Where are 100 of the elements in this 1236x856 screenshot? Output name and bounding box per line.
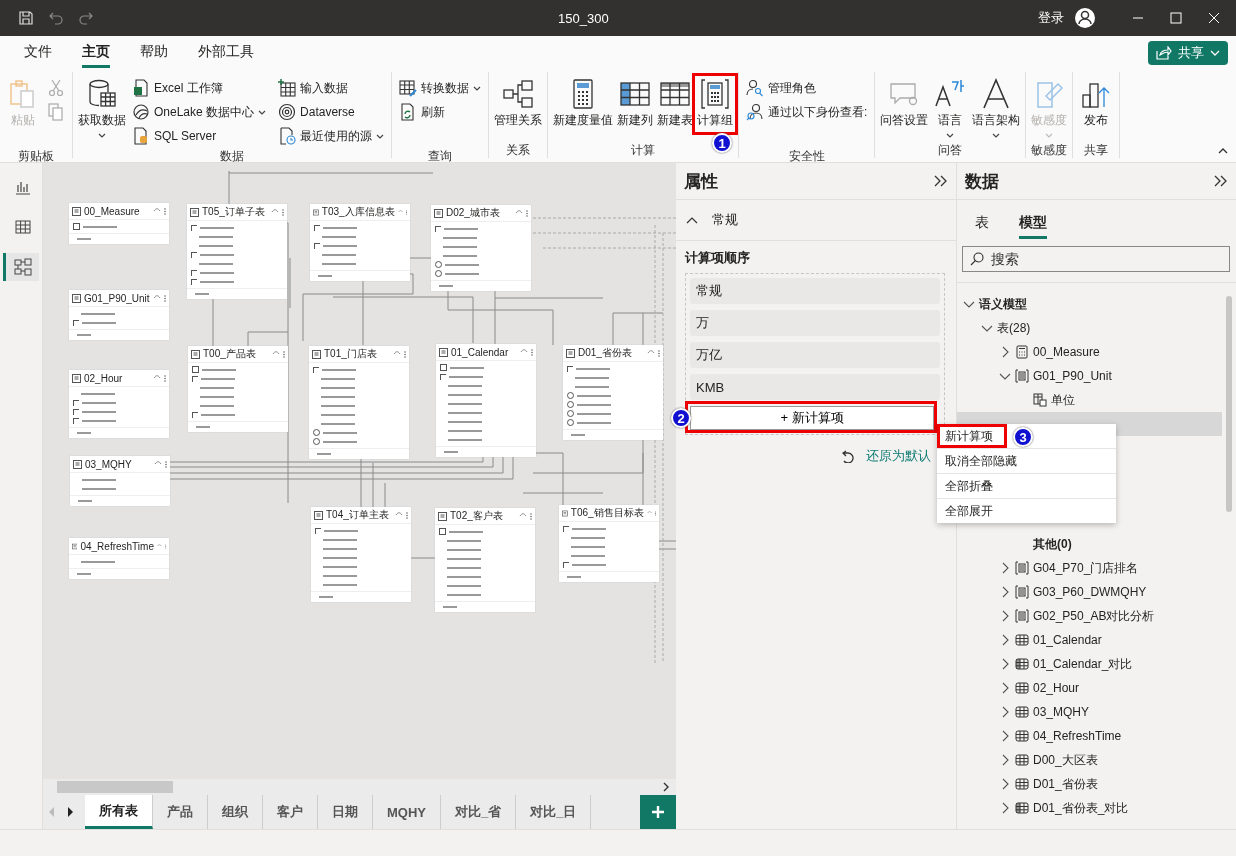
visibility-icon[interactable]: [520, 349, 528, 355]
next-tab-icon[interactable]: [67, 807, 73, 817]
menu-item[interactable]: 全部折叠: [937, 474, 1001, 498]
tree-item[interactable]: D00_大区表: [1033, 751, 1098, 769]
table-card[interactable]: T02_客户表: [435, 508, 535, 612]
ribbon-button[interactable]: 新建度量值: [552, 76, 615, 131]
visibility-icon[interactable]: [153, 208, 161, 214]
previous-tab-icon[interactable]: [49, 807, 55, 817]
share-button[interactable]: 共享: [1148, 41, 1228, 65]
visibility-icon[interactable]: [647, 350, 655, 356]
visibility-icon[interactable]: [272, 351, 280, 357]
tree-item[interactable]: 02_Hour: [1033, 681, 1080, 695]
close-icon[interactable]: [1208, 12, 1220, 24]
ribbon-button[interactable]: 问答设置: [879, 76, 930, 131]
tree-item[interactable]: 04_RefreshTime: [1033, 729, 1122, 743]
tree-item[interactable]: 其他(0): [1033, 535, 1072, 553]
ribbon-button[interactable]: 通过以下身份查看:: [743, 100, 871, 124]
save-icon[interactable]: [18, 10, 34, 26]
pane-tab[interactable]: 表: [975, 210, 989, 239]
table-card[interactable]: D02_城市表: [431, 205, 531, 291]
tree-item[interactable]: 语义模型: [979, 295, 1027, 313]
menu-item[interactable]: 新计算项: [937, 424, 1007, 448]
ribbon-button[interactable]: OneLake 数据中心: [129, 100, 270, 124]
ribbon-button[interactable]: 刷新: [396, 100, 485, 124]
table-card[interactable]: T04_订单主表: [311, 507, 411, 602]
layout-tab[interactable]: 所有表: [85, 795, 153, 829]
ribbon-button[interactable]: 管理关系: [493, 76, 544, 131]
pane-tab[interactable]: 模型: [1019, 210, 1047, 239]
calculation-item[interactable]: 万亿: [690, 342, 940, 368]
ribbon-button[interactable]: 语言: [931, 76, 970, 140]
calculation-item[interactable]: 万: [690, 310, 940, 336]
maximize-icon[interactable]: [1170, 12, 1182, 24]
visibility-icon[interactable]: [393, 351, 401, 357]
visibility-icon[interactable]: [646, 510, 652, 516]
ribbon-button[interactable]: 管理角色: [743, 76, 871, 100]
new-calculation-item-button[interactable]: + 新计算项: [690, 406, 934, 430]
table-card[interactable]: 04_RefreshTime: [69, 538, 169, 579]
scrollbar-thumb[interactable]: [57, 781, 173, 794]
ribbon-button[interactable]: 转换数据: [396, 76, 485, 100]
ribbon-button[interactable]: 获取数据: [77, 76, 127, 140]
table-card[interactable]: G01_P90_Unit: [69, 290, 169, 340]
table-card[interactable]: T00_产品表: [188, 346, 288, 432]
tree-item[interactable]: 单位: [1051, 391, 1075, 409]
ribbon-button[interactable]: SQL Server: [129, 124, 270, 148]
menu-tab[interactable]: 帮助: [140, 38, 168, 68]
tree-item[interactable]: 表(28): [997, 319, 1031, 337]
visibility-icon[interactable]: [271, 209, 279, 215]
table-card[interactable]: 03_MQHY: [70, 456, 170, 506]
visibility-icon[interactable]: [154, 461, 162, 467]
ribbon-button[interactable]: 新建表: [656, 76, 695, 131]
reset-icon[interactable]: [842, 449, 856, 463]
table-card[interactable]: 01_Calendar: [436, 344, 536, 457]
calculation-item[interactable]: KMB: [690, 374, 940, 400]
table-card[interactable]: D01_省份表: [563, 345, 663, 440]
tree-item[interactable]: 01_Calendar_对比: [1033, 655, 1133, 673]
table-card[interactable]: T03_入库信息表: [310, 204, 410, 281]
ribbon-button[interactable]: 最近使用的源: [275, 124, 388, 148]
ribbon-button[interactable]: Dataverse: [275, 100, 388, 124]
search-field[interactable]: 搜索: [962, 246, 1230, 272]
tree-item[interactable]: D01_省份表: [1033, 775, 1098, 793]
tree-item[interactable]: D01_省份表_对比: [1033, 799, 1129, 817]
ribbon-button[interactable]: 发布: [1077, 76, 1116, 131]
visibility-icon[interactable]: [153, 375, 161, 381]
ribbon-button[interactable]: 输入数据: [275, 76, 388, 100]
table-card[interactable]: T06_销售目标表: [559, 505, 659, 582]
tree-item[interactable]: G04_P70_门店排名: [1033, 559, 1139, 577]
scrollbar-thumb[interactable]: [1226, 296, 1232, 512]
tree-item[interactable]: G02_P50_AB对比分析: [1033, 607, 1155, 625]
reset-link[interactable]: 还原为默认: [866, 447, 931, 465]
add-layout-button[interactable]: [640, 795, 676, 829]
menu-item[interactable]: 取消全部隐藏: [937, 449, 1025, 473]
visibility-icon[interactable]: [157, 543, 162, 549]
ribbon-button[interactable]: 新建列: [616, 76, 655, 131]
visibility-icon[interactable]: [395, 512, 403, 518]
scroll-right-icon[interactable]: [663, 782, 670, 793]
tree-item[interactable]: G01_P90_Unit: [1033, 369, 1112, 383]
menu-tab[interactable]: 外部工具: [198, 38, 254, 68]
visibility-icon[interactable]: [519, 513, 527, 519]
ribbon-button[interactable]: 语言架构: [971, 76, 1022, 140]
table-card[interactable]: 02_Hour: [69, 370, 169, 438]
tree-item[interactable]: 00_Measure: [1033, 345, 1100, 359]
redo-icon[interactable]: [78, 10, 94, 26]
table-card[interactable]: T05_订单子表: [187, 204, 287, 299]
collapse-pane-icon[interactable]: [1214, 175, 1228, 187]
visibility-icon[interactable]: [397, 209, 403, 215]
undo-icon[interactable]: [48, 10, 64, 26]
menu-tab[interactable]: 文件: [24, 38, 52, 68]
collapse-pane-icon[interactable]: [934, 175, 948, 187]
collapse-icon[interactable]: [1218, 148, 1228, 154]
visibility-icon[interactable]: [153, 295, 161, 301]
section-header[interactable]: 常规: [676, 200, 956, 241]
calculation-item[interactable]: 常规: [690, 278, 940, 304]
table-card[interactable]: T01_门店表: [309, 346, 409, 459]
sign-in-link[interactable]: 登录: [1038, 9, 1064, 27]
menu-item[interactable]: 全部展开: [937, 499, 1001, 523]
model-view-icon[interactable]: [3, 253, 39, 281]
visibility-icon[interactable]: [515, 210, 523, 216]
ribbon-button[interactable]: Excel 工作簿: [129, 76, 270, 100]
tree-item[interactable]: G03_P60_DWMQHY: [1033, 585, 1147, 599]
table-card[interactable]: 00_Measure: [69, 203, 169, 244]
